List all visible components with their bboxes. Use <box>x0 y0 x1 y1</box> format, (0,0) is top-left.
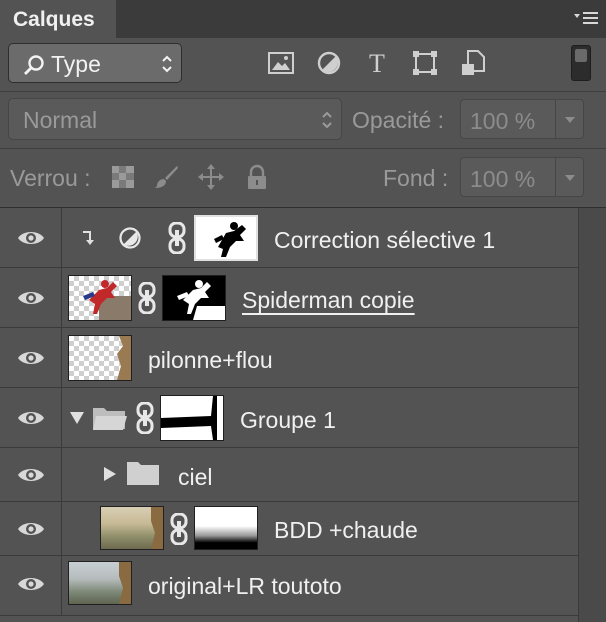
layer-name[interactable]: BDD +chaude <box>274 517 418 544</box>
blend-mode-select[interactable]: Normal <box>8 98 342 140</box>
layer-row[interactable]: Groupe 1 <box>0 388 578 448</box>
layer-row[interactable]: pilonne+flou <box>0 328 578 388</box>
eye-icon[interactable] <box>17 228 45 248</box>
layers-panel: Calques Type T Normal Opacité: 100 % Ve… <box>0 0 606 622</box>
fill-dropdown-button[interactable] <box>556 157 584 197</box>
visibility-column <box>0 388 62 447</box>
folder-icon <box>127 462 159 485</box>
layer-mask-thumbnail[interactable] <box>162 275 226 321</box>
lock-image-icon[interactable] <box>153 164 179 190</box>
opacity-field[interactable]: 100 % <box>460 99 584 141</box>
lock-all-icon[interactable] <box>244 164 270 190</box>
layer-mask-thumbnail[interactable] <box>160 395 224 441</box>
layer-thumbnail[interactable] <box>68 275 132 321</box>
opacity-input[interactable]: 100 % <box>460 99 556 139</box>
visibility-column <box>0 268 62 327</box>
type-filter-icon[interactable]: T <box>364 50 390 76</box>
lock-label: Verrou : <box>10 165 91 191</box>
layer-name[interactable]: Spiderman copie <box>242 287 415 314</box>
fill-field[interactable]: 100 % <box>460 157 584 199</box>
expand-triangle-icon[interactable] <box>70 412 84 424</box>
chevron-down-icon <box>565 117 575 123</box>
collapse-triangle-icon[interactable] <box>104 467 116 481</box>
search-icon <box>24 55 44 75</box>
lock-transparent-icon[interactable] <box>110 164 136 190</box>
layer-name[interactable]: original+LR toutoto <box>148 573 342 600</box>
filter-toggle[interactable] <box>571 45 591 81</box>
mask-silhouette-icon <box>177 280 225 320</box>
adjustment-filter-icon[interactable] <box>316 50 342 76</box>
link-chain-icon[interactable] <box>138 282 156 314</box>
separator <box>0 91 606 92</box>
layer-mask-thumbnail[interactable] <box>194 506 258 550</box>
mask-silhouette-icon <box>214 222 246 257</box>
clipping-arrow-icon <box>83 231 94 245</box>
layer-name[interactable]: Groupe 1 <box>240 407 336 434</box>
visibility-column <box>0 448 62 501</box>
adjustment-layer-icon <box>119 227 141 249</box>
visibility-column <box>0 502 62 555</box>
fill-label: Fond : <box>383 165 449 191</box>
visibility-column <box>0 328 62 387</box>
layer-name[interactable]: Correction sélective 1 <box>274 227 495 254</box>
fill-value: 100 % <box>470 166 536 192</box>
tab-calques-label: Calques <box>13 8 95 31</box>
layer-row[interactable]: original+LR toutoto <box>0 556 578 616</box>
layer-list-scrollbar[interactable] <box>578 208 606 622</box>
eye-icon[interactable] <box>17 574 45 594</box>
eye-icon[interactable] <box>17 408 45 428</box>
lock-position-icon[interactable] <box>198 164 224 190</box>
layer-mask-thumbnail[interactable] <box>194 215 258 261</box>
opacity-value: 100 % <box>470 108 536 134</box>
layer-thumbnail[interactable] <box>68 335 132 381</box>
layer-thumbnail[interactable] <box>100 506 164 550</box>
chevron-updown-icon <box>322 111 332 129</box>
eye-icon[interactable] <box>17 348 45 368</box>
opacity-dropdown-button[interactable] <box>556 99 584 139</box>
layer-row[interactable]: Spiderman copie <box>0 268 578 328</box>
pylon-thumbnail-icon <box>117 336 131 380</box>
layer-row[interactable]: ciel <box>0 448 578 502</box>
filter-type-select[interactable]: Type <box>8 43 182 83</box>
spiderman-thumbnail-icon <box>83 280 131 320</box>
landscape-thumbnail-icon <box>151 507 163 549</box>
link-chain-icon[interactable] <box>170 513 188 545</box>
layer-thumbnail[interactable] <box>68 561 132 605</box>
tab-calques[interactable]: Calques <box>0 0 116 38</box>
panel-menu-icon[interactable] <box>574 10 598 26</box>
fill-input[interactable]: 100 % <box>460 157 556 197</box>
link-chain-icon[interactable] <box>136 402 154 434</box>
filter-type-label: Type <box>51 51 101 77</box>
separator <box>0 148 606 149</box>
panel-tab-bar: Calques <box>0 0 606 38</box>
eye-icon[interactable] <box>17 519 45 539</box>
layer-name[interactable]: ciel <box>178 464 213 491</box>
filter-toggle-knob <box>575 49 587 62</box>
shape-filter-icon[interactable] <box>412 50 438 76</box>
chevron-updown-icon <box>162 55 172 73</box>
layer-row[interactable]: Correction sélective 1 <box>0 208 578 268</box>
chevron-down-icon <box>565 175 575 181</box>
image-filter-icon[interactable] <box>268 50 294 76</box>
mask-shape-icon <box>161 396 217 440</box>
layer-row[interactable]: BDD +chaude <box>0 502 578 556</box>
visibility-column <box>0 556 62 615</box>
svg-text:T: T <box>369 50 385 76</box>
opacity-label: Opacité : <box>352 107 445 133</box>
eye-icon[interactable] <box>17 288 45 308</box>
folder-open-icon <box>93 408 127 430</box>
visibility-column <box>0 208 62 267</box>
smart-object-filter-icon[interactable] <box>460 50 486 76</box>
eye-icon[interactable] <box>17 465 45 485</box>
link-chain-icon[interactable] <box>168 222 186 254</box>
layer-name[interactable]: pilonne+flou <box>148 347 273 374</box>
landscape-thumbnail-icon <box>119 562 131 604</box>
blend-mode-label: Normal <box>23 107 98 133</box>
